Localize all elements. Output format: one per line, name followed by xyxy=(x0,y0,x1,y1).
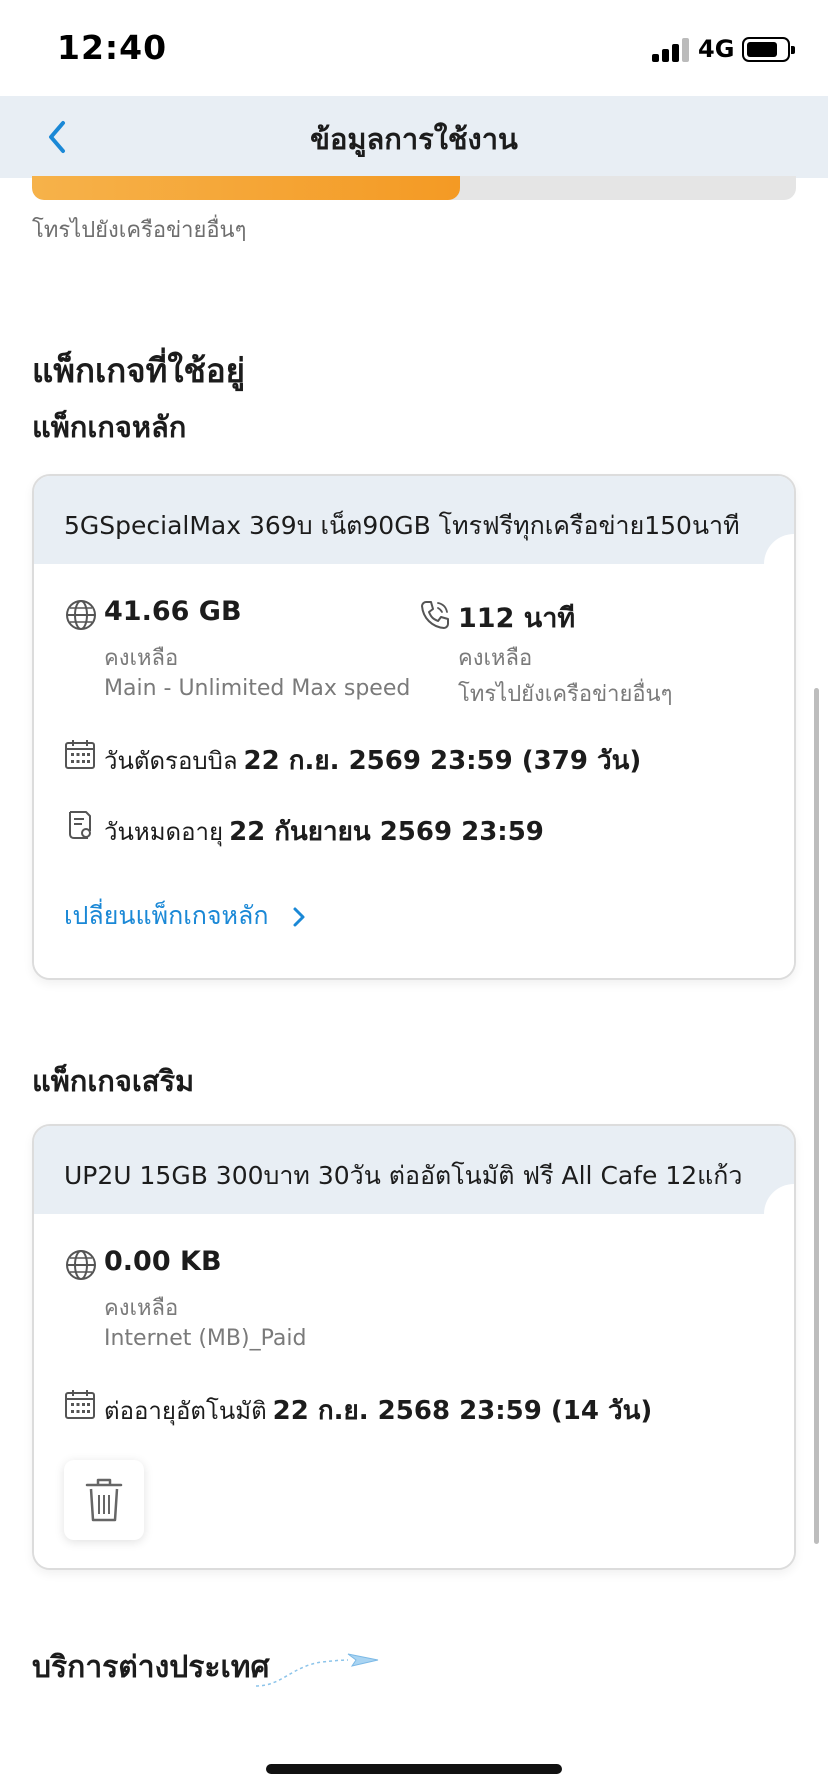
status-time: 12:40 xyxy=(57,28,168,67)
home-indicator[interactable] xyxy=(266,1764,562,1774)
extra-data-balance: 0.00 KB คงเหลือ Internet (MB)_Paid xyxy=(64,1246,464,1366)
main-package-title: แพ็กเกจหลัก xyxy=(32,410,187,444)
extra-package-name: UP2U 15GB 300บาท 30วัน ต่ออัตโนมัติ ฟรี … xyxy=(34,1126,794,1214)
usage-progress-bar xyxy=(32,176,796,200)
change-main-package-label: เปลี่ยนแพ็กเกจหลัก xyxy=(64,901,269,930)
data-remain-label: คงเหลือ xyxy=(104,646,179,671)
auto-renew-value: 22 ก.ย. 2568 23:59 (14 วัน) xyxy=(272,1396,653,1426)
chevron-right-icon xyxy=(293,907,305,927)
expiry-date-label: วันหมดอายุ xyxy=(104,818,224,846)
extra-data-description: Internet (MB)_Paid xyxy=(104,1326,307,1351)
network-type: 4G xyxy=(698,35,735,63)
voice-remain-label: คงเหลือ xyxy=(458,646,533,671)
signal-icon xyxy=(652,38,690,62)
calendar-icon xyxy=(65,740,95,769)
document-icon xyxy=(69,811,91,839)
current-packages-title: แพ็กเกจที่ใช้อยู่ xyxy=(32,351,246,390)
change-main-package-link[interactable]: เปลี่ยนแพ็กเกจหลัก xyxy=(64,896,306,936)
usage-progress-fill xyxy=(32,176,460,200)
nav-header: ข้อมูลการใช้งาน xyxy=(0,96,828,178)
data-description: Main - Unlimited Max speed xyxy=(104,676,411,701)
scrollbar[interactable] xyxy=(814,688,819,1544)
auto-renew-label: ต่ออายุอัตโนมัติ xyxy=(104,1397,267,1425)
trash-icon xyxy=(85,1478,123,1522)
international-services-title: บริการต่างประเทศ xyxy=(32,1650,270,1685)
delete-package-button[interactable] xyxy=(64,1460,144,1540)
globe-icon xyxy=(66,1250,96,1280)
page: 12:40 4G ข้อมูลการใช้งาน โทรไปยังเครือข่… xyxy=(0,0,828,1792)
extra-data-remain-label: คงเหลือ xyxy=(104,1296,179,1321)
globe-icon xyxy=(66,600,96,630)
main-package-name: 5GSpecialMax 369บ เน็ต90GB โทรฟรีทุกเครื… xyxy=(34,476,794,564)
page-title: ข้อมูลการใช้งาน xyxy=(310,122,518,156)
calendar-icon xyxy=(65,1390,95,1419)
main-package-card: 5GSpecialMax 369บ เน็ต90GB โทรฟรีทุกเครื… xyxy=(32,474,796,980)
voice-description: โทรไปยังเครือข่ายอื่นๆ xyxy=(458,682,673,707)
voice-balance: 112 นาที คงเหลือ โทรไปยังเครือข่ายอื่นๆ xyxy=(418,596,758,716)
status-bar: 12:40 4G xyxy=(0,0,828,96)
extra-package-title: แพ็กเกจเสริม xyxy=(32,1064,195,1098)
expiry-date-value: 22 กันยายน 2569 23:59 xyxy=(229,817,544,847)
phone-icon xyxy=(421,601,449,629)
billing-date-value: 22 ก.ย. 2569 23:59 (379 วัน) xyxy=(243,746,642,776)
billing-date-label: วันตัดรอบบิล xyxy=(104,747,238,775)
usage-caption: โทรไปยังเครือข่ายอื่นๆ xyxy=(32,218,247,243)
data-balance: 41.66 GB คงเหลือ Main - Unlimited Max sp… xyxy=(64,596,410,716)
voice-amount: 112 นาที xyxy=(458,603,576,634)
paper-plane-icon xyxy=(255,1653,379,1687)
data-amount: 41.66 GB xyxy=(104,596,242,627)
extra-data-amount: 0.00 KB xyxy=(104,1246,222,1277)
extra-package-card: UP2U 15GB 300บาท 30วัน ต่ออัตโนมัติ ฟรี … xyxy=(32,1124,796,1570)
battery-icon xyxy=(742,37,795,62)
